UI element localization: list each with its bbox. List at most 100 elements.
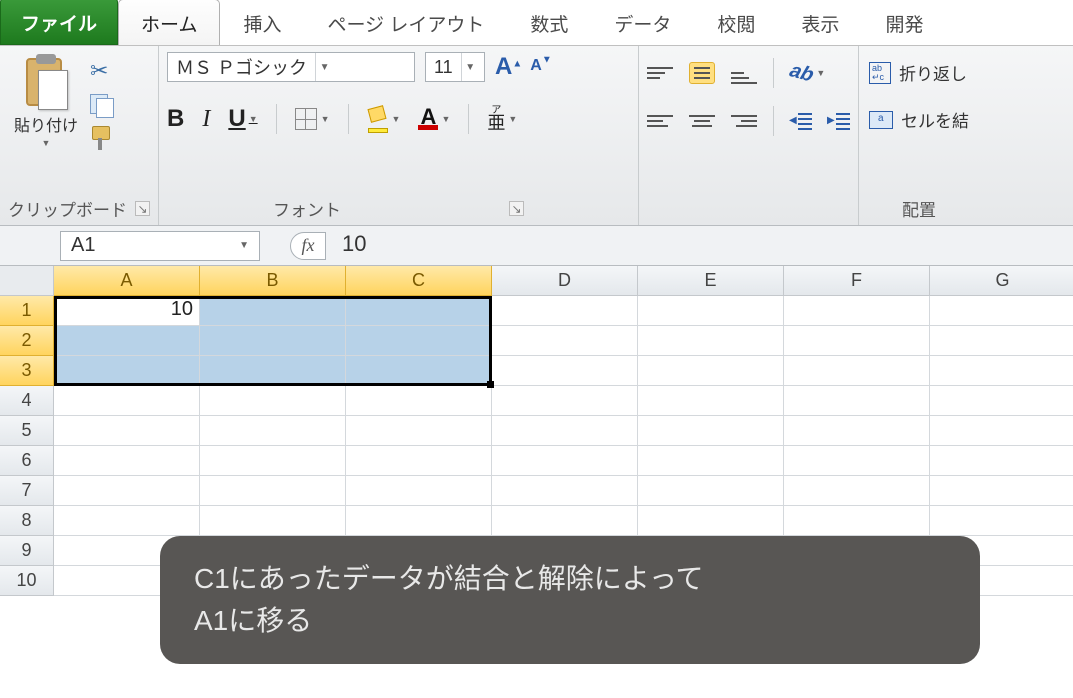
tab-insert[interactable]: 挿入 xyxy=(220,0,304,45)
cell-F1[interactable] xyxy=(784,296,930,326)
ribbon: 貼り付け ▼ ✂ クリップボード ↘ ＭＳ Ｐゴシック ▼ 11 xyxy=(0,46,1073,226)
group-clipboard: 貼り付け ▼ ✂ クリップボード ↘ xyxy=(0,46,159,225)
border-icon xyxy=(295,108,317,130)
col-header-A[interactable]: A xyxy=(54,266,200,296)
format-painter-button[interactable] xyxy=(90,126,112,150)
cell-E2[interactable] xyxy=(638,326,784,356)
cell-C1[interactable] xyxy=(346,296,492,326)
group-alignment: ab ▼ xyxy=(639,46,859,225)
cell-F3[interactable] xyxy=(784,356,930,386)
tab-page-layout[interactable]: ページ レイアウト xyxy=(304,0,507,45)
clipboard-dialog-launcher[interactable]: ↘ xyxy=(135,201,150,216)
cell-G3[interactable] xyxy=(930,356,1073,386)
cut-button[interactable]: ✂ xyxy=(90,58,114,84)
clipboard-group-label: クリップボード xyxy=(8,196,127,221)
phonetic-button[interactable]: ア 亜 ▼ xyxy=(487,106,517,131)
tab-file[interactable]: ファイル xyxy=(0,0,118,45)
cell-D2[interactable] xyxy=(492,326,638,356)
row-header-5[interactable]: 5 xyxy=(0,416,54,446)
orientation-button[interactable]: ab ▼ xyxy=(790,62,825,85)
wrap-icon xyxy=(869,62,891,84)
halign-left-button[interactable] xyxy=(647,110,673,132)
formula-bar: A1 ▼ fx 10 xyxy=(0,226,1073,266)
font-dialog-launcher[interactable]: ↘ xyxy=(509,201,524,216)
row-header-3[interactable]: 3 xyxy=(0,356,54,386)
row-header-10[interactable]: 10 xyxy=(0,566,54,596)
tab-data[interactable]: データ xyxy=(591,0,694,45)
italic-button[interactable]: I xyxy=(202,106,210,133)
row-header-7[interactable]: 7 xyxy=(0,476,54,506)
font-color-button[interactable]: A ▼ xyxy=(418,108,450,131)
cell-A4[interactable] xyxy=(54,386,200,416)
name-box[interactable]: A1 ▼ xyxy=(60,231,260,261)
wrap-text-button[interactable]: 折り返し xyxy=(869,56,967,89)
cell-B1[interactable] xyxy=(200,296,346,326)
cell-G1[interactable] xyxy=(930,296,1073,326)
paste-label: 貼り付け xyxy=(14,112,78,136)
cell-B2[interactable] xyxy=(200,326,346,356)
col-header-D[interactable]: D xyxy=(492,266,638,296)
select-all-corner[interactable] xyxy=(0,266,54,296)
font-name-combo[interactable]: ＭＳ Ｐゴシック ▼ xyxy=(167,52,415,82)
cell-B3[interactable] xyxy=(200,356,346,386)
row-header-6[interactable]: 6 xyxy=(0,446,54,476)
row-header-1[interactable]: 1 xyxy=(0,296,54,326)
row-header-2[interactable]: 2 xyxy=(0,326,54,356)
paste-button[interactable]: 貼り付け ▼ xyxy=(8,52,84,150)
valign-top-button[interactable] xyxy=(647,62,673,84)
tab-formulas[interactable]: 数式 xyxy=(507,0,591,45)
cell-C2[interactable] xyxy=(346,326,492,356)
cell-G2[interactable] xyxy=(930,326,1073,356)
cell-A2[interactable] xyxy=(54,326,200,356)
tab-view[interactable]: 表示 xyxy=(778,0,862,45)
annotation-overlay: C1にあったデータが結合と解除によって A1に移る xyxy=(160,536,980,664)
row-header-4[interactable]: 4 xyxy=(0,386,54,416)
formula-input[interactable]: 10 xyxy=(336,231,1073,261)
row-header-8[interactable]: 8 xyxy=(0,506,54,536)
annotation-line-1: C1にあったデータが結合と解除によって xyxy=(194,558,946,600)
shrink-font-button[interactable]: A▼ xyxy=(530,53,551,81)
bold-button[interactable]: B xyxy=(167,105,184,133)
tab-home[interactable]: ホーム xyxy=(118,0,220,45)
merge-icon xyxy=(869,111,893,129)
col-header-C[interactable]: C xyxy=(346,266,492,296)
cell-D3[interactable] xyxy=(492,356,638,386)
cell-A3[interactable] xyxy=(54,356,200,386)
grow-font-button[interactable]: A▲ xyxy=(495,53,522,81)
cell-A1[interactable]: 10 xyxy=(54,296,200,326)
halign-center-button[interactable] xyxy=(689,110,715,132)
fx-button[interactable]: fx xyxy=(290,232,326,260)
tab-developer[interactable]: 開発 xyxy=(862,0,946,45)
valign-middle-button[interactable] xyxy=(689,62,715,84)
paste-icon xyxy=(22,54,70,110)
col-header-B[interactable]: B xyxy=(200,266,346,296)
group-font: ＭＳ Ｐゴシック ▼ 11 ▼ A▲ A▼ B I U▼ xyxy=(159,46,639,225)
phonetic-icon: ア 亜 xyxy=(487,106,505,131)
increase-indent-button[interactable] xyxy=(828,111,850,131)
chevron-down-icon: ▼ xyxy=(239,240,249,251)
decrease-indent-button[interactable] xyxy=(790,111,812,131)
cell-E3[interactable] xyxy=(638,356,784,386)
col-header-F[interactable]: F xyxy=(784,266,930,296)
col-header-G[interactable]: G xyxy=(930,266,1073,296)
col-header-E[interactable]: E xyxy=(638,266,784,296)
fill-color-button[interactable]: ▼ xyxy=(367,105,401,133)
font-name-value: ＭＳ Ｐゴシック xyxy=(168,54,315,80)
cell-E1[interactable] xyxy=(638,296,784,326)
cell-F2[interactable] xyxy=(784,326,930,356)
cell-D1[interactable] xyxy=(492,296,638,326)
borders-button[interactable]: ▼ xyxy=(295,108,330,130)
copy-button[interactable] xyxy=(90,94,114,116)
font-size-combo[interactable]: 11 ▼ xyxy=(425,52,485,82)
halign-right-button[interactable] xyxy=(731,110,757,132)
row-header-9[interactable]: 9 xyxy=(0,536,54,566)
cell-C3[interactable] xyxy=(346,356,492,386)
wrap-label: 折り返し xyxy=(899,60,967,85)
group-wrap-merge: 折り返し セルを結 配置 xyxy=(859,46,977,225)
underline-button[interactable]: U▼ xyxy=(228,105,257,133)
merge-cells-button[interactable]: セルを結 xyxy=(869,103,969,136)
align-group-label: 配置 xyxy=(902,196,936,221)
valign-bottom-button[interactable] xyxy=(731,62,757,84)
tab-review[interactable]: 校閲 xyxy=(694,0,778,45)
name-box-value: A1 xyxy=(71,234,95,257)
